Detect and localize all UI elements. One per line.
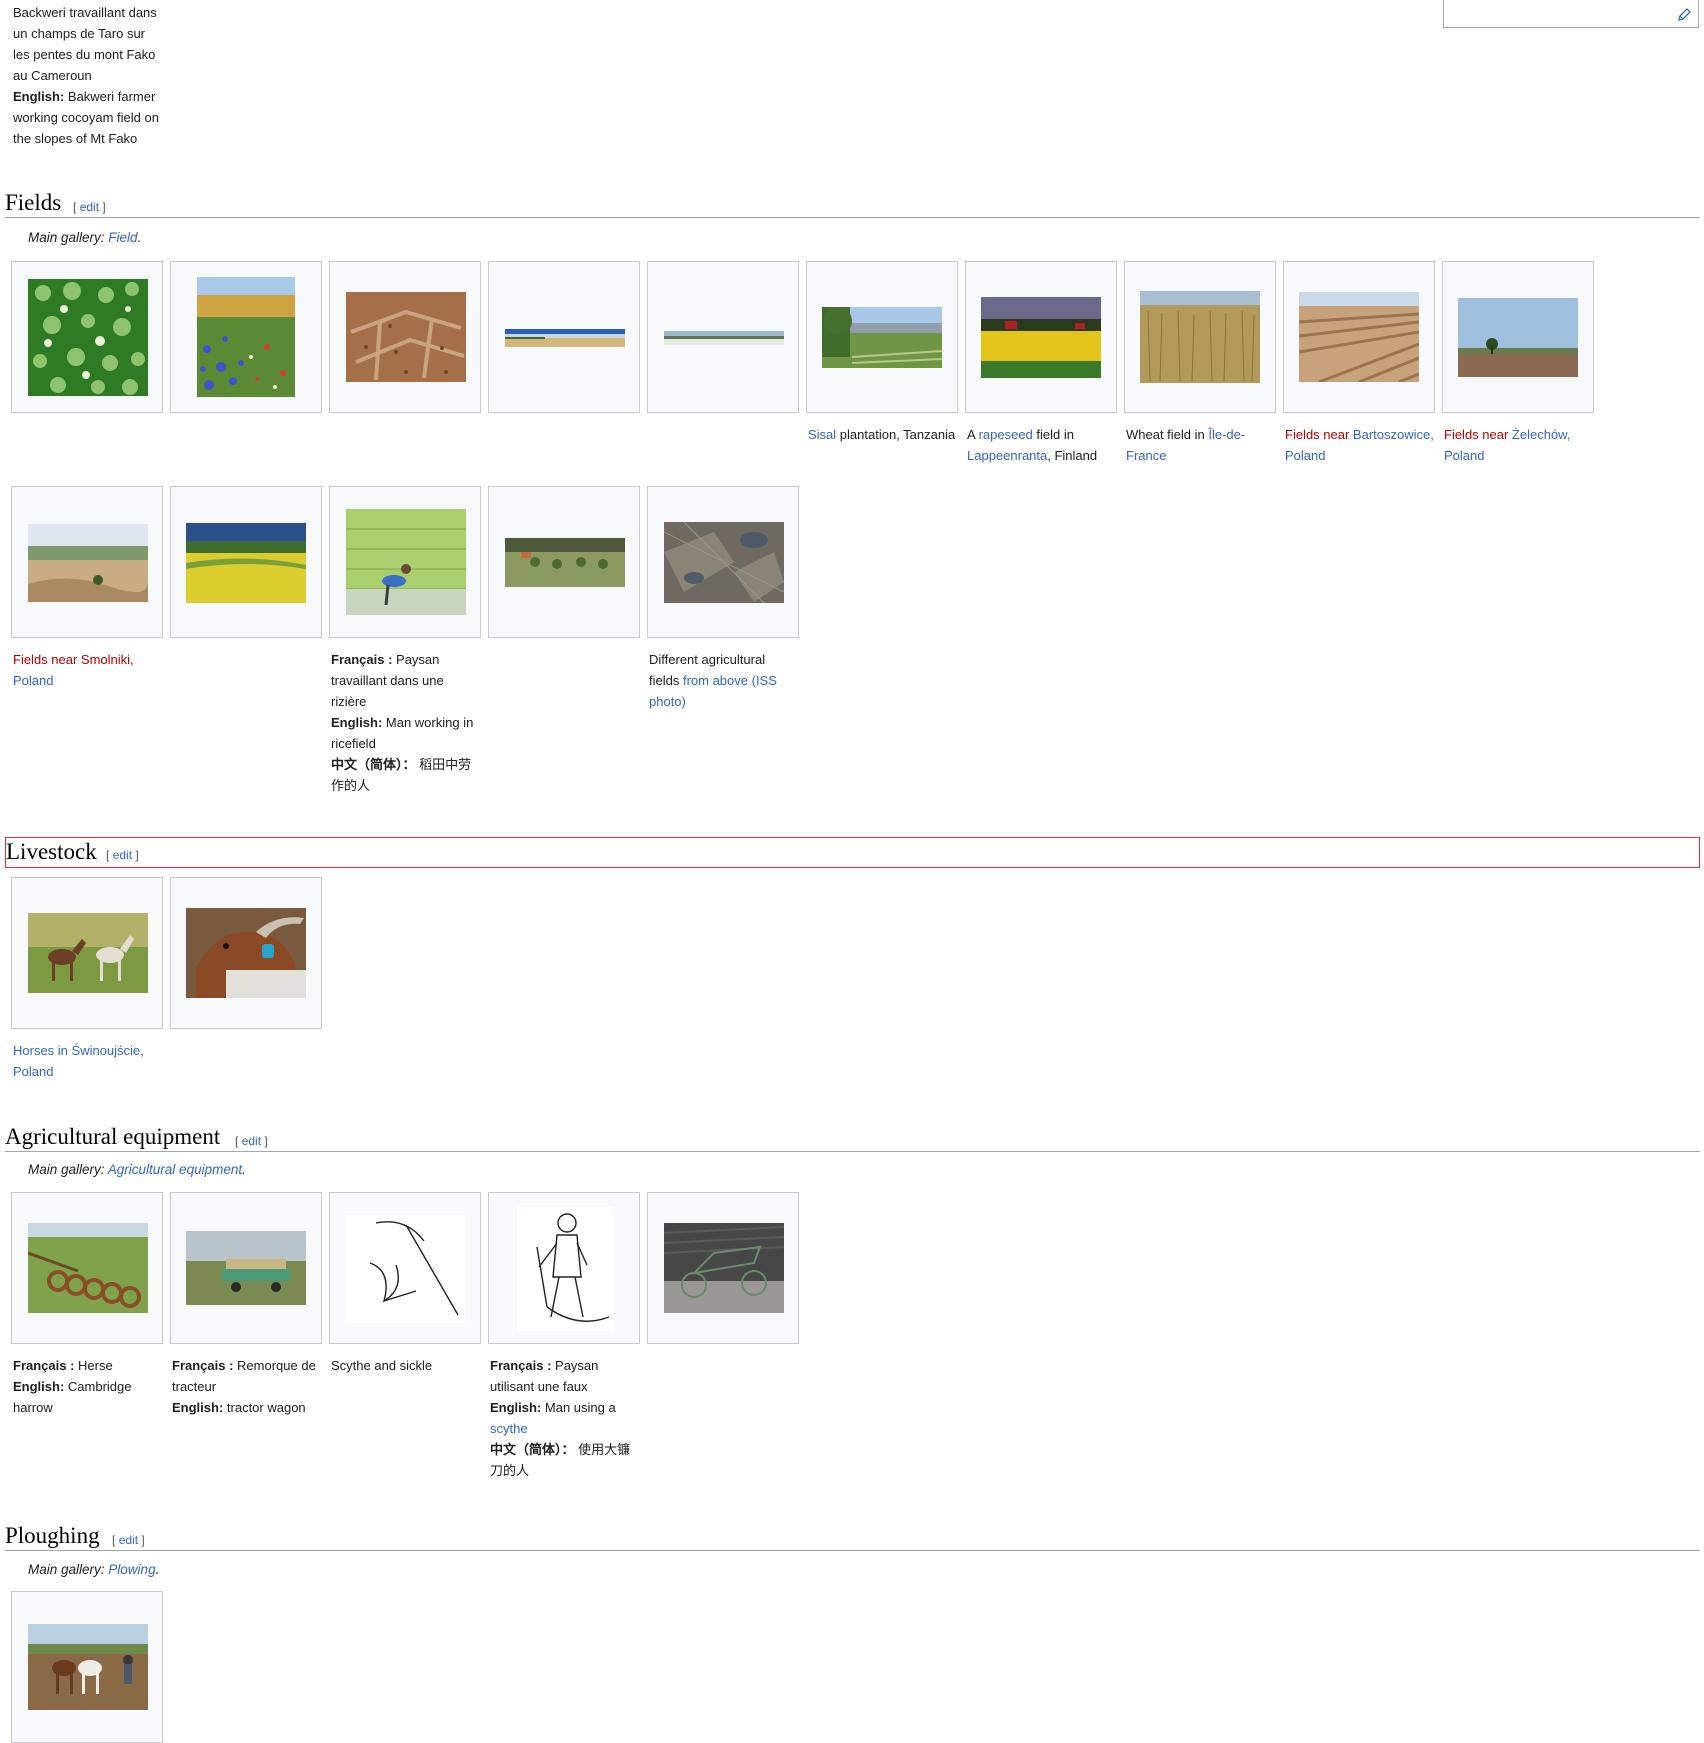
caption-en-label: English: <box>13 89 65 104</box>
edit-link[interactable]: edit <box>119 1533 138 1547</box>
caption-harrow: Français : Herse English: Cambridge harr… <box>13 1358 132 1415</box>
text-input-box[interactable] <box>1443 0 1699 28</box>
panorama-snowy-field-image[interactable] <box>664 331 784 345</box>
scythe-and-sickle-drawing[interactable] <box>346 1215 466 1323</box>
section-title: Livestock <box>6 839 97 864</box>
iss-agricultural-fields-image[interactable] <box>664 522 784 603</box>
gallery-thumb[interactable] <box>1283 261 1435 413</box>
yellow-rapeseed-hills-image[interactable] <box>186 523 306 603</box>
caption-wagon: Français : Remorque de tracteur English:… <box>172 1358 316 1415</box>
section-title: Fields <box>5 190 62 215</box>
rapeseed-field-image[interactable] <box>981 297 1101 378</box>
caption-bartoszowice: Fields near Bartoszowice, Poland <box>1285 427 1434 463</box>
gallery-thumb[interactable] <box>11 1591 163 1743</box>
edit-section-fields: [ edit ] <box>73 200 106 214</box>
scythe-link[interactable]: scythe <box>490 1421 528 1436</box>
caption-fr-text: Backweri travaillant dans un champs de T… <box>13 5 157 83</box>
gallery-thumb[interactable] <box>329 486 481 638</box>
section-heading-ploughing: Ploughing [ edit ] <box>5 1523 1700 1551</box>
caption-sisal: Sisal plantation, Tanzania <box>808 427 956 442</box>
edit-section-livestock: [ edit ] <box>106 848 139 862</box>
man-in-ricefield-image[interactable] <box>346 509 466 615</box>
sisal-link[interactable]: Sisal <box>808 427 836 442</box>
dry-earth-enclosures-image[interactable] <box>346 292 466 382</box>
gallery-thumb[interactable] <box>11 877 163 1029</box>
pencil-icon[interactable] <box>1676 7 1692 23</box>
cambridge-harrow-image[interactable] <box>28 1223 148 1313</box>
gallery-thumb[interactable] <box>1124 261 1276 413</box>
smolniki-poland-link[interactable]: Poland <box>13 673 53 688</box>
caption-man-scythe: Français : Paysan utilisant une faux Eng… <box>490 1358 631 1478</box>
horses-swinoujscie-link[interactable]: Horses in Świnoujście, Poland <box>13 1043 144 1079</box>
gallery-thumb[interactable] <box>170 486 322 638</box>
main-gallery-link[interactable]: Plowing <box>108 1562 155 1577</box>
lappeenranta-link[interactable]: Lappeenranta <box>967 448 1047 463</box>
gallery-thumb[interactable] <box>647 261 799 413</box>
gallery-thumb[interactable] <box>1442 261 1594 413</box>
horses-image[interactable] <box>28 913 148 993</box>
goat-with-ear-tag-image[interactable] <box>186 908 306 998</box>
ploughed-rows-image[interactable] <box>1299 292 1419 382</box>
crop-circles-aerial-image[interactable] <box>28 279 148 396</box>
gallery-thumb[interactable] <box>647 1192 799 1344</box>
caption-rapeseed: A rapeseed field in Lappeenranta, Finlan… <box>967 427 1098 463</box>
section-heading-livestock: Livestock [ edit ] <box>5 837 1700 868</box>
edit-link[interactable]: edit <box>113 848 132 862</box>
edit-section-equipment: [ edit ] <box>235 1134 268 1148</box>
gallery-thumb[interactable] <box>647 486 799 638</box>
main-gallery-note: Main gallery: Agricultural equipment. <box>28 1162 246 1177</box>
panorama-field-image[interactable] <box>505 329 625 347</box>
gallery-thumb[interactable] <box>488 486 640 638</box>
gallery-thumb[interactable] <box>170 261 322 413</box>
horse-drawn-rake-image[interactable] <box>664 1223 784 1313</box>
edit-link[interactable]: edit <box>80 200 99 214</box>
gallery-thumb[interactable] <box>488 1192 640 1344</box>
gallery-thumb[interactable] <box>329 261 481 413</box>
gallery-thumb[interactable] <box>806 261 958 413</box>
caption-iss: Different agricultural fields from above… <box>649 652 777 709</box>
wheat-field-image[interactable] <box>1140 291 1260 383</box>
main-gallery-link[interactable]: Field <box>108 230 137 245</box>
gallery-thumb[interactable] <box>11 486 163 638</box>
hay-bales-field-image[interactable] <box>505 538 625 587</box>
main-gallery-link[interactable]: Agricultural equipment <box>108 1162 242 1177</box>
rapeseed-link[interactable]: rapeseed <box>979 427 1033 442</box>
gallery-thumb[interactable] <box>11 261 163 413</box>
main-gallery-note: Main gallery: Field. <box>28 230 142 245</box>
edit-section-ploughing: [ edit ] <box>112 1533 145 1547</box>
section-heading-equipment: Agricultural equipment [ edit ] <box>5 1124 1700 1152</box>
caption-smolniki: Fields near Smolniki, Poland <box>13 652 134 688</box>
lone-tree-field-image[interactable] <box>1458 298 1578 377</box>
gallery-thumb[interactable] <box>11 1192 163 1344</box>
tractor-wagon-image[interactable] <box>186 1231 306 1305</box>
section-heading-fields: Fields [ edit ] <box>5 190 1700 218</box>
horse-ploughing-image[interactable] <box>28 1624 148 1710</box>
sisal-plantation-image[interactable] <box>822 307 942 368</box>
wildflower-field-image[interactable] <box>197 277 295 397</box>
gallery-thumb[interactable] <box>965 261 1117 413</box>
gallery-thumb[interactable] <box>170 1192 322 1344</box>
caption-scythe-sickle: Scythe and sickle <box>331 1358 433 1373</box>
edit-link[interactable]: edit <box>242 1134 261 1148</box>
caption-horses: Horses in Świnoujście, Poland <box>13 1040 163 1082</box>
gallery-thumb[interactable] <box>170 877 322 1029</box>
section-title: Ploughing <box>5 1523 100 1548</box>
top-gallery-caption: Backweri travaillant dans un champs de T… <box>13 2 163 149</box>
caption-zelechow: Fields near Żelechów, Poland <box>1444 427 1571 463</box>
gallery-thumb[interactable] <box>329 1192 481 1344</box>
man-using-scythe-drawing[interactable] <box>517 1207 613 1331</box>
main-gallery-note: Main gallery: Plowing. <box>28 1562 160 1577</box>
section-title: Agricultural equipment <box>5 1124 221 1149</box>
gallery-thumb[interactable] <box>488 261 640 413</box>
caption-wheat: Wheat field in Île-de-France <box>1126 427 1246 463</box>
caption-ricefield: Français : Paysan travaillant dans une r… <box>331 652 474 793</box>
rolling-fields-image[interactable] <box>28 524 148 602</box>
